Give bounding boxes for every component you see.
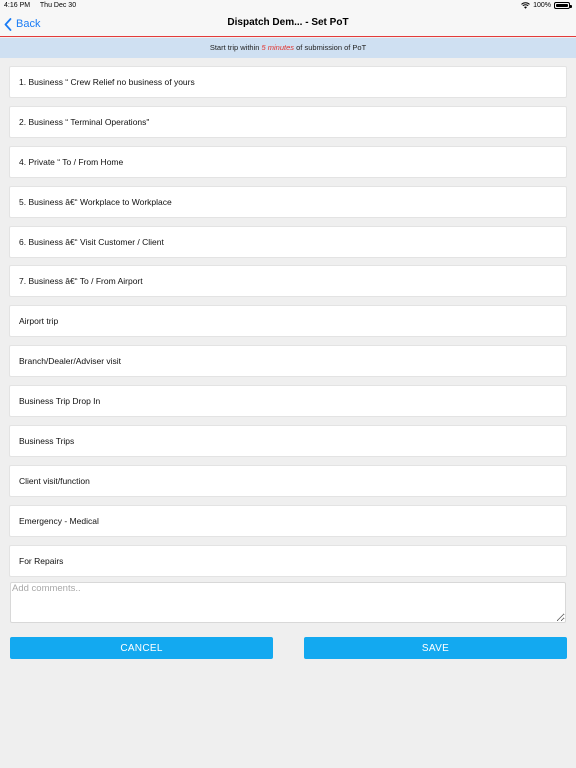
battery-icon (554, 2, 572, 9)
purpose-item[interactable]: Branch/Dealer/Adviser visit (9, 345, 567, 378)
purpose-label: Branch/Dealer/Adviser visit (19, 356, 122, 367)
purpose-item[interactable]: Business Trip Drop In (9, 385, 567, 418)
purpose-item[interactable]: Business Trips (9, 425, 567, 458)
wifi-icon (521, 2, 530, 9)
purpose-item[interactable]: For Repairs (9, 544, 567, 577)
purpose-item[interactable]: 1. Business “ Crew Relief no business of… (9, 66, 567, 98)
banner-prefix: Start trip within (209, 43, 260, 52)
purpose-label: Emergency - Medical (19, 515, 99, 526)
purpose-item[interactable]: 6. Business â€“ Visit Customer / Client (9, 225, 567, 258)
purpose-item[interactable]: Airport trip (9, 305, 567, 338)
status-left: 4:16 PM Thu Dec 30 (4, 2, 84, 9)
purpose-label: 1. Business “ Crew Relief no business of… (19, 77, 195, 87)
cancel-label: CANCEL (120, 642, 163, 654)
status-date: Thu Dec 30 (39, 2, 77, 9)
purpose-label: Airport trip (19, 316, 59, 327)
banner-suffix: of submission of PoT (296, 43, 367, 52)
purpose-item[interactable]: Emergency - Medical (9, 504, 567, 537)
purpose-item[interactable]: 5. Business â€“ Workplace to Workplace (9, 185, 567, 218)
purpose-label: Business Trip Drop In (19, 396, 101, 407)
purpose-list: 1. Business “ Crew Relief no business of… (9, 66, 567, 585)
save-button[interactable]: SAVE (304, 637, 567, 659)
cancel-button[interactable]: CANCEL (10, 637, 273, 659)
status-bar: 4:16 PM Thu Dec 30 100% (0, 0, 576, 12)
screen: 4:16 PM Thu Dec 30 100% Back Dispatch De… (0, 0, 576, 768)
purpose-label: 6. Business â€“ Visit Customer / Client (19, 236, 164, 247)
purpose-item[interactable]: Client visit/function (9, 464, 567, 497)
purpose-label: 5. Business â€“ Workplace to Workplace (19, 196, 172, 207)
purpose-label: Client visit/function (19, 475, 90, 486)
purpose-item[interactable]: 4. Private “ To / From Home (9, 145, 567, 178)
comments-field[interactable] (10, 582, 566, 623)
page-title: Dispatch Dem... - Set PoT (227, 17, 349, 28)
battery-percent: 100% (533, 2, 551, 9)
purpose-label: 7. Business â€“ To / From Airport (19, 276, 143, 287)
save-label: SAVE (421, 642, 450, 654)
purpose-label: 2. Business “ Terminal Operations" (19, 116, 150, 127)
status-right: 100% (521, 2, 572, 9)
banner-highlight: 5 minutes (261, 43, 295, 52)
purpose-label: 4. Private “ To / From Home (19, 156, 124, 167)
purpose-item[interactable]: 2. Business “ Terminal Operations" (9, 105, 567, 138)
navigation-bar: Back Dispatch Dem... - Set PoT (0, 12, 576, 37)
purpose-label: Business Trips (19, 436, 75, 447)
info-banner: Start trip within 5 minutes of submissio… (0, 38, 576, 58)
purpose-label: For Repairs (19, 555, 64, 566)
status-time: 4:16 PM (4, 2, 31, 9)
purpose-item[interactable]: 7. Business â€“ To / From Airport (9, 265, 567, 298)
